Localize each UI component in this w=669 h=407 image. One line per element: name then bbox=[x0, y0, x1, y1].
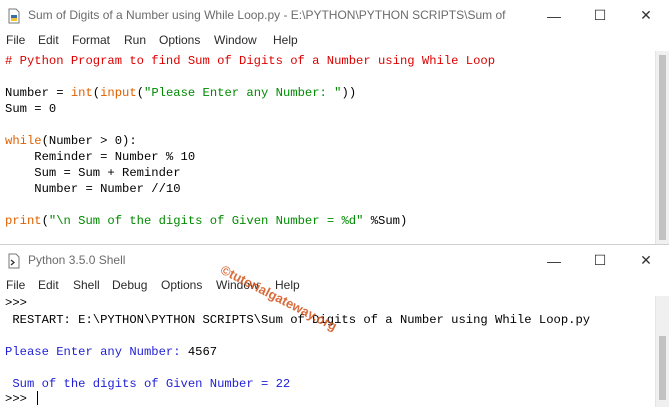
shell-minimize-button[interactable]: — bbox=[531, 245, 577, 276]
shell-maximize-button[interactable]: ☐ bbox=[577, 245, 623, 276]
menu-file[interactable]: File bbox=[6, 33, 25, 47]
shell-menu-file[interactable]: File bbox=[6, 278, 25, 292]
shell-menu-options[interactable]: Options bbox=[161, 278, 202, 292]
shell-prompt: >>> bbox=[5, 296, 27, 310]
shell-menu-edit[interactable]: Edit bbox=[38, 278, 59, 292]
menu-format[interactable]: Format bbox=[72, 33, 110, 47]
text-cursor bbox=[37, 391, 38, 405]
menu-window[interactable]: Window bbox=[214, 33, 257, 47]
shell-input-line: Please Enter any Number: 4567 bbox=[5, 345, 218, 359]
code-line-while: while(Number > 0): bbox=[5, 134, 137, 148]
editor-menu-bar: File Edit Format Run Options Window Help bbox=[0, 31, 669, 51]
maximize-button[interactable]: ☐ bbox=[577, 0, 623, 31]
shell-scrollbar[interactable] bbox=[655, 296, 669, 407]
code-line-reminder: Reminder = Number % 10 bbox=[5, 150, 196, 164]
minimize-button[interactable]: — bbox=[531, 0, 577, 31]
keyword-while: while bbox=[5, 134, 42, 148]
shell-result-line: Sum of the digits of Given Number = 22 bbox=[5, 377, 291, 391]
editor-title-bar[interactable]: Sum of Digits of a Number using While Lo… bbox=[0, 0, 669, 31]
editor-window: Sum of Digits of a Number using While Lo… bbox=[0, 0, 669, 244]
python-file-icon bbox=[8, 8, 20, 24]
code-line-number-div: Number = Number //10 bbox=[5, 182, 181, 196]
code-line-sum-init: Sum = 0 bbox=[5, 102, 57, 116]
editor-code-area[interactable]: # Python Program to find Sum of Digits o… bbox=[0, 51, 656, 244]
editor-scrollbar-thumb[interactable] bbox=[659, 55, 666, 240]
shell-window-title: Python 3.5.0 Shell bbox=[28, 253, 126, 267]
menu-run[interactable]: Run bbox=[124, 33, 146, 47]
editor-window-title: Sum of Digits of a Number using While Lo… bbox=[28, 8, 506, 22]
builtin-print: print bbox=[5, 214, 42, 228]
shell-prompt-active: >>> bbox=[5, 392, 35, 406]
builtin-int: int bbox=[70, 86, 93, 100]
close-button[interactable]: ✕ bbox=[623, 0, 669, 31]
user-input-value: 4567 bbox=[187, 345, 218, 359]
string-format: "\n Sum of the digits of Given Number = … bbox=[48, 214, 364, 228]
code-line-print: print("\n Sum of the digits of Given Num… bbox=[5, 214, 408, 228]
shell-title-bar[interactable]: Python 3.5.0 Shell — ☐ ✕ bbox=[0, 245, 669, 276]
python-shell-icon bbox=[8, 253, 20, 269]
shell-menu-debug[interactable]: Debug bbox=[112, 278, 147, 292]
code-comment: # Python Program to find Sum of Digits o… bbox=[5, 54, 496, 68]
string-prompt: "Please Enter any Number: " bbox=[144, 86, 342, 100]
code-line-sum-add: Sum = Sum + Reminder bbox=[5, 166, 181, 180]
code-line-number-input: Number = int(input("Please Enter any Num… bbox=[5, 86, 357, 100]
shell-close-button[interactable]: ✕ bbox=[623, 245, 669, 276]
shell-menu-bar: File Edit Shell Debug Options Window Hel… bbox=[0, 276, 669, 296]
menu-options[interactable]: Options bbox=[159, 33, 200, 47]
shell-output-area[interactable]: >>> RESTART: E:\PYTHON\PYTHON SCRIPTS\Su… bbox=[0, 296, 656, 407]
shell-menu-shell[interactable]: Shell bbox=[73, 278, 100, 292]
builtin-input: input bbox=[100, 86, 137, 100]
menu-edit[interactable]: Edit bbox=[38, 33, 59, 47]
menu-help[interactable]: Help bbox=[273, 33, 298, 47]
shell-scrollbar-thumb[interactable] bbox=[659, 336, 666, 400]
editor-scrollbar[interactable] bbox=[655, 51, 669, 244]
